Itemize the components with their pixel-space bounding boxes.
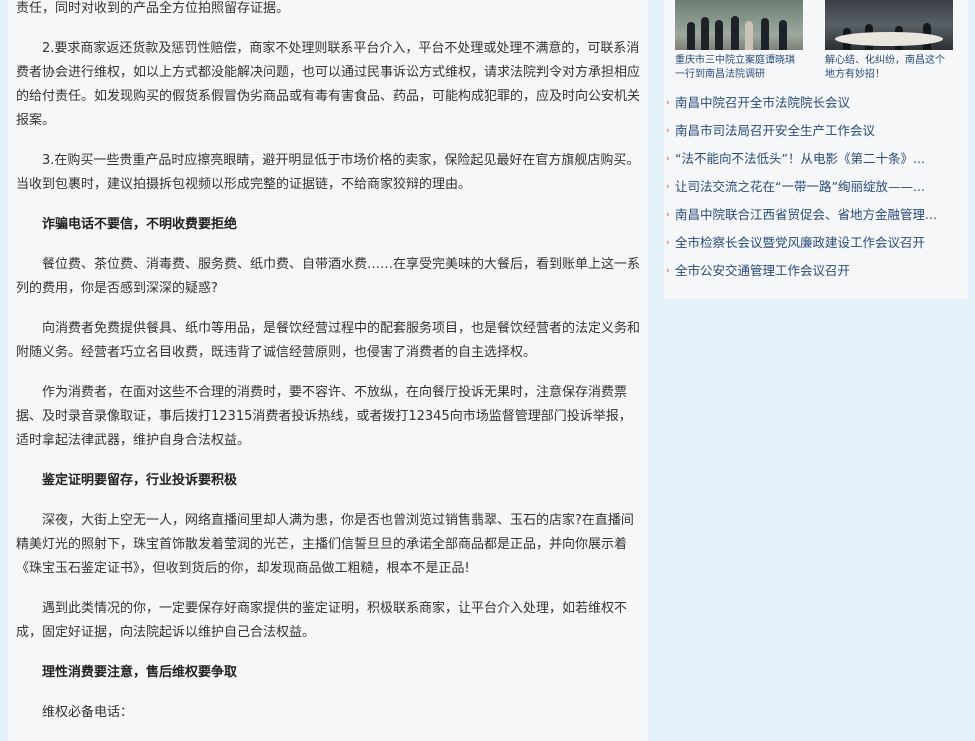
red-arrow-bullet-icon: › <box>666 126 670 136</box>
article-content: 责任，同时对收到的产品全方位拍照留存证据。 2.要求商家返还货款及惩罚性赔偿，商… <box>16 0 640 725</box>
news-link[interactable]: “法不能向不法低头”！从电影《第二十条》... <box>675 147 925 171</box>
photo-news-image[interactable] <box>825 0 953 50</box>
news-list-item[interactable]: › 全市公安交通管理工作会议召开 <box>664 259 953 287</box>
article-paragraph: 2.要求商家返还货款及惩罚性赔偿，商家不处理则联系平台介入，平台不处理或处理不满… <box>16 41 641 128</box>
photo-news-image[interactable] <box>675 0 803 50</box>
news-link[interactable]: 南昌中院召开全市法院院长会议 <box>675 91 850 115</box>
red-arrow-bullet-icon: › <box>666 238 670 248</box>
red-arrow-bullet-icon: › <box>666 182 670 192</box>
red-arrow-bullet-icon: › <box>666 210 670 220</box>
article-paragraph: 维权必备电话： <box>42 705 134 720</box>
photo-news-caption[interactable]: 解心结、化纠纷，南昌这个地方有妙招！ <box>825 54 953 82</box>
meeting-table-shape <box>835 32 943 46</box>
red-arrow-bullet-icon: › <box>666 98 670 108</box>
article-paragraph: 责任，同时对收到的产品全方位拍照留存证据。 <box>16 1 290 16</box>
news-list-item[interactable]: › 全市检察长会议暨党风廉政建设工作会议召开 <box>664 231 953 259</box>
news-link[interactable]: 让司法交流之花在“一带一路”绚丽绽放——... <box>675 175 925 199</box>
figure-silhouette <box>731 16 739 50</box>
article-paragraph: 遇到此类情况的你，一定要保存好商家提供的鉴定证明，积极联系商家，让平台介入处理，… <box>16 601 628 640</box>
section-heading: 诈骗电话不要信，不明收费要拒绝 <box>42 217 238 232</box>
news-list-item[interactable]: › 南昌中院召开全市法院院长会议 <box>664 91 953 119</box>
figure-silhouette <box>745 21 753 50</box>
sidebar-related-news: 重庆市三中院立案庭谭晓琪一行到南昌法院调研 解心结、化纠纷，南昌这个地方有妙招！… <box>664 0 968 299</box>
article-paragraph: 向消费者免费提供餐具、纸巾等用品，是餐饮经营过程中的配套服务项目，也是餐饮经营者… <box>16 321 641 360</box>
figure-silhouette <box>687 22 695 50</box>
red-arrow-bullet-icon: › <box>666 266 670 276</box>
article-paragraph: 餐位费、茶位费、消毒费、服务费、纸巾费、自带酒水费……在享受完美味的大餐后，看到… <box>16 257 641 296</box>
figure-silhouette <box>761 18 769 50</box>
news-list-item[interactable]: › 南昌市司法局召开安全生产工作会议 <box>664 119 953 147</box>
photo-news-card[interactable]: 解心结、化纠纷，南昌这个地方有妙招！ <box>825 0 953 82</box>
article-paragraph: 作为消费者，在面对这些不合理的消费时，要不容许、不放纵，在向餐厅投诉无果时，注意… <box>16 385 632 448</box>
news-list-item[interactable]: › 让司法交流之花在“一带一路”绚丽绽放——... <box>664 175 953 203</box>
news-list-item[interactable]: › “法不能向不法低头”！从电影《第二十条》... <box>664 147 953 175</box>
news-list: › 南昌中院召开全市法院院长会议 › 南昌市司法局召开安全生产工作会议 › “法… <box>664 91 968 287</box>
article-body: 责任，同时对收到的产品全方位拍照留存证据。 2.要求商家返还货款及惩罚性赔偿，商… <box>8 0 648 741</box>
section-heading: 鉴定证明要留存，行业投诉要积极 <box>42 473 238 488</box>
photo-news-caption[interactable]: 重庆市三中院立案庭谭晓琪一行到南昌法院调研 <box>675 54 803 82</box>
photo-news-card[interactable]: 重庆市三中院立案庭谭晓琪一行到南昌法院调研 <box>675 0 803 82</box>
figure-silhouette <box>715 20 723 50</box>
photo-news-grid: 重庆市三中院立案庭谭晓琪一行到南昌法院调研 解心结、化纠纷，南昌这个地方有妙招！ <box>664 0 968 90</box>
news-link[interactable]: 全市检察长会议暨党风廉政建设工作会议召开 <box>675 231 925 255</box>
section-heading: 理性消费要注意，售后维权要争取 <box>42 665 238 680</box>
news-link[interactable]: 南昌中院联合江西省贸促会、省地方金融管理... <box>675 203 937 227</box>
article-paragraph: 3.在购买一些贵重产品时应擦亮眼睛，避开明显低于市场价格的卖家，保险起见最好在官… <box>16 153 640 192</box>
news-link[interactable]: 全市公安交通管理工作会议召开 <box>675 259 850 283</box>
news-link[interactable]: 南昌市司法局召开安全生产工作会议 <box>675 119 875 143</box>
article-paragraph: 深夜，大街上空无一人，网络直播间里却人满为患，你是否也曾浏览过销售翡翠、玉石的店… <box>16 513 634 576</box>
figure-silhouette <box>779 20 787 50</box>
red-arrow-bullet-icon: › <box>666 154 670 164</box>
news-list-item[interactable]: › 南昌中院联合江西省贸促会、省地方金融管理... <box>664 203 953 231</box>
figure-silhouette <box>701 17 709 50</box>
